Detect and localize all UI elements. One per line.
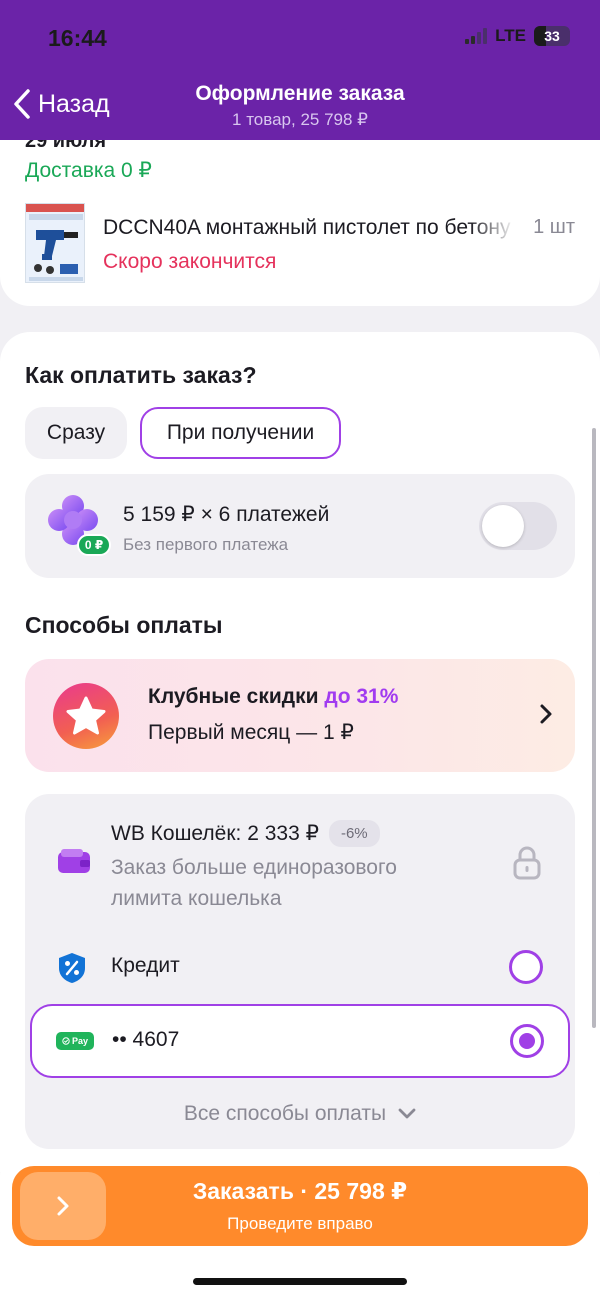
scrollbar[interactable] xyxy=(592,428,596,1028)
page-subtitle: 1 товар, 25 798 ₽ xyxy=(232,110,368,129)
payment-methods-list: WB Кошелёк: 2 333 ₽ -6% Заказ больше еди… xyxy=(25,794,575,1149)
battery-level: 33 xyxy=(544,28,560,44)
club-subtitle: Первый месяц — 1 ₽ xyxy=(148,721,354,744)
installment-subtitle: Без первого платежа xyxy=(123,535,289,554)
club-title: Клубные скидки до 31% xyxy=(148,685,398,709)
lock-icon xyxy=(513,846,541,880)
club-accent: до 31% xyxy=(324,685,399,708)
wallet-balance: WB Кошелёк: 2 333 ₽ xyxy=(111,822,319,845)
page-title: Оформление заказа xyxy=(195,82,405,105)
pay-badge-text: Pay xyxy=(71,1036,88,1046)
credit-percent-icon xyxy=(59,953,85,983)
card-radio-selected[interactable] xyxy=(510,1024,544,1058)
product-image[interactable] xyxy=(25,203,85,283)
chevron-down-icon xyxy=(398,1108,416,1119)
installment-badge: 0 ₽ xyxy=(77,534,111,556)
wallet-discount-badge: -6% xyxy=(328,820,380,847)
order-hint: Проведите вправо xyxy=(227,1214,373,1233)
status-time: 16:44 xyxy=(48,25,107,51)
stock-warning: Скоро закончится xyxy=(103,250,277,273)
installment-option[interactable]: 0 ₽ 5 159 ₽ × 6 платежей Без первого пла… xyxy=(25,474,575,578)
star-badge-icon xyxy=(53,683,119,749)
card-number: •• 4607 xyxy=(112,1028,180,1051)
tab-pay-on-receipt[interactable]: При получении xyxy=(140,407,341,459)
status-indicators: LTE 33 xyxy=(465,26,570,46)
order-title: Заказать · 25 798 ₽ xyxy=(192,1178,408,1204)
wallet-title: WB Кошелёк: 2 333 ₽ -6% xyxy=(111,820,380,847)
toggle-knob xyxy=(482,505,524,547)
delivery-price: Доставка 0 ₽ xyxy=(25,159,152,182)
signal-icon xyxy=(465,28,488,44)
home-indicator xyxy=(193,1278,407,1285)
product-quantity: 1 шт xyxy=(533,216,575,238)
credit-label[interactable]: Кредит xyxy=(111,954,180,978)
network-label: LTE xyxy=(495,26,526,45)
wallet-limit-note: Заказ больше единоразового лимита кошель… xyxy=(111,856,397,910)
payment-heading: Как оплатить заказ? xyxy=(25,362,257,388)
pay-card-icon: Pay xyxy=(56,1032,94,1050)
installment-toggle[interactable] xyxy=(479,502,557,550)
all-methods-button[interactable]: Все способы оплаты xyxy=(25,1102,575,1126)
wallet-icon xyxy=(58,849,90,873)
page-title-block: Оформление заказа 1 товар, 25 798 ₽ xyxy=(0,82,600,130)
club-title-text: Клубные скидки xyxy=(148,685,319,708)
tab-pay-now[interactable]: Сразу xyxy=(25,407,127,459)
chevron-right-icon xyxy=(540,704,552,724)
methods-heading: Способы оплаты xyxy=(25,612,223,638)
battery-icon: 33 xyxy=(534,26,570,46)
saved-card-option[interactable]: Pay •• 4607 xyxy=(30,1004,570,1078)
product-name-fade xyxy=(470,210,515,244)
top-header: 16:44 LTE 33 Назад Оформление заказа 1 т… xyxy=(0,0,600,140)
club-discount-banner[interactable]: Клубные скидки до 31% Первый месяц — 1 ₽ xyxy=(25,659,575,772)
bottom-order-bar: Заказать · 25 798 ₽ Проведите вправо xyxy=(0,1150,600,1297)
product-name[interactable]: DCCN40A монтажный пистолет по бетону xyxy=(103,216,513,240)
credit-radio[interactable] xyxy=(509,950,543,984)
payment-card: Как оплатить заказ? Сразу При получении … xyxy=(0,332,600,1172)
installment-title: 5 159 ₽ × 6 платежей xyxy=(123,503,330,526)
order-swipe-button[interactable]: Заказать · 25 798 ₽ Проведите вправо xyxy=(12,1166,588,1246)
all-methods-label: Все способы оплаты xyxy=(183,1102,387,1125)
